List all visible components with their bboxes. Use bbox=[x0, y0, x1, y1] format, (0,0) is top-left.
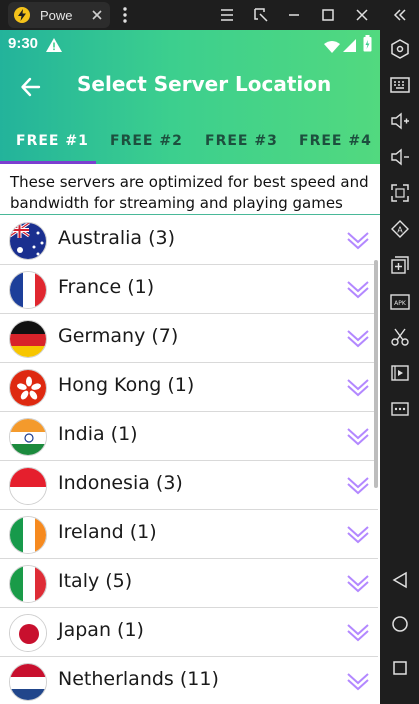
server-label: Japan (1) bbox=[58, 619, 144, 641]
chevron-down-icon[interactable] bbox=[346, 622, 370, 642]
more-icon[interactable] bbox=[389, 398, 411, 420]
server-label: Hong Kong (1) bbox=[58, 374, 195, 396]
volume-up-icon[interactable] bbox=[389, 110, 411, 132]
description-divider bbox=[0, 214, 380, 215]
server-label: Ireland (1) bbox=[58, 521, 157, 543]
warning-icon bbox=[46, 37, 62, 56]
chevron-down-icon[interactable] bbox=[346, 475, 370, 495]
back-nav-icon[interactable] bbox=[389, 569, 411, 591]
italy-flag-icon bbox=[9, 565, 47, 603]
phone-screen: 9:30 Select Server Location FREE #1 FREE… bbox=[0, 30, 380, 704]
svg-text:APK: APK bbox=[394, 300, 407, 307]
page-title: Select Server Location bbox=[77, 72, 332, 96]
recent-nav-icon[interactable] bbox=[389, 657, 411, 679]
fullscreen-icon[interactable] bbox=[389, 182, 411, 204]
back-arrow-icon[interactable] bbox=[18, 74, 44, 100]
more-vertical-icon[interactable] bbox=[115, 5, 135, 25]
chevron-down-icon[interactable] bbox=[346, 328, 370, 348]
germany-flag-icon bbox=[9, 320, 47, 358]
server-row-ireland[interactable]: Ireland (1) bbox=[0, 510, 378, 559]
server-label: France (1) bbox=[58, 276, 155, 298]
screenshot-icon[interactable] bbox=[251, 5, 271, 25]
rotate-icon[interactable]: A bbox=[389, 218, 411, 240]
emulator-sidebar: A APK bbox=[380, 30, 419, 704]
india-flag-icon bbox=[9, 418, 47, 456]
home-nav-icon[interactable] bbox=[389, 613, 411, 635]
app-bar: Select Server Location bbox=[0, 58, 380, 116]
server-label: Netherlands (11) bbox=[58, 668, 219, 690]
cut-icon[interactable] bbox=[389, 326, 411, 348]
server-row-india[interactable]: India (1) bbox=[0, 412, 378, 461]
signal-icon bbox=[343, 37, 356, 56]
ireland-flag-icon bbox=[9, 516, 47, 554]
server-tabs: FREE #1 FREE #2 FREE #3 FREE #4 bbox=[0, 126, 380, 164]
tab-free-4[interactable]: FREE #4 bbox=[299, 133, 372, 167]
server-row-france[interactable]: France (1) bbox=[0, 265, 378, 314]
indonesia-flag-icon bbox=[9, 467, 47, 505]
server-row-germany[interactable]: Germany (7) bbox=[0, 314, 378, 363]
close-window-icon[interactable] bbox=[352, 5, 372, 25]
chevron-down-icon[interactable] bbox=[346, 279, 370, 299]
chevron-down-icon[interactable] bbox=[346, 671, 370, 691]
apk-icon[interactable]: APK bbox=[389, 290, 411, 312]
lightning-icon bbox=[14, 7, 30, 23]
video-icon[interactable] bbox=[389, 362, 411, 384]
add-screen-icon[interactable] bbox=[389, 254, 411, 276]
list-scrollbar[interactable] bbox=[374, 260, 378, 488]
australia-flag-icon bbox=[9, 222, 47, 260]
status-bar: 9:30 bbox=[0, 30, 380, 58]
chevron-down-icon[interactable] bbox=[346, 573, 370, 593]
chevron-down-icon[interactable] bbox=[346, 377, 370, 397]
netherlands-flag-icon bbox=[9, 663, 47, 701]
emulator-app-tab[interactable]: Powe bbox=[8, 2, 110, 28]
hexagon-icon[interactable] bbox=[389, 38, 411, 60]
tab-free-2[interactable]: FREE #2 bbox=[110, 133, 183, 167]
server-label: Australia (3) bbox=[58, 227, 175, 249]
server-row-netherlands[interactable]: Netherlands (11) bbox=[0, 657, 378, 704]
minimize-icon[interactable] bbox=[284, 5, 304, 25]
chevron-down-icon[interactable] bbox=[346, 230, 370, 250]
maximize-icon[interactable] bbox=[318, 5, 338, 25]
france-flag-icon bbox=[9, 271, 47, 309]
server-label: Indonesia (3) bbox=[58, 472, 183, 494]
wifi-icon bbox=[324, 38, 340, 57]
server-row-italy[interactable]: Italy (5) bbox=[0, 559, 378, 608]
japan-flag-icon bbox=[9, 614, 47, 652]
emulator-titlebar: Powe bbox=[0, 0, 419, 30]
server-label: Italy (5) bbox=[58, 570, 133, 592]
svg-text:A: A bbox=[397, 226, 403, 235]
keyboard-icon[interactable] bbox=[389, 74, 411, 96]
chevron-down-icon[interactable] bbox=[346, 426, 370, 446]
server-row-hong-kong[interactable]: Hong Kong (1) bbox=[0, 363, 378, 412]
chevron-down-icon[interactable] bbox=[346, 524, 370, 544]
server-row-australia[interactable]: Australia (3) bbox=[0, 216, 378, 265]
tab-indicator bbox=[0, 161, 96, 164]
server-row-indonesia[interactable]: Indonesia (3) bbox=[0, 461, 378, 510]
servers-description: These servers are optimized for best spe… bbox=[10, 173, 369, 212]
menu-icon[interactable] bbox=[217, 5, 237, 25]
emulator-tab-title: Powe bbox=[40, 7, 73, 23]
battery-icon bbox=[363, 35, 372, 56]
server-row-japan[interactable]: Japan (1) bbox=[0, 608, 378, 657]
tab-free-3[interactable]: FREE #3 bbox=[205, 133, 278, 167]
volume-down-icon[interactable] bbox=[389, 146, 411, 168]
server-label: India (1) bbox=[58, 423, 138, 445]
close-tab-icon[interactable] bbox=[90, 7, 104, 26]
status-time: 9:30 bbox=[8, 35, 39, 52]
server-label: Germany (7) bbox=[58, 325, 179, 347]
collapse-sidebar-icon[interactable] bbox=[390, 5, 410, 25]
hong-kong-flag-icon bbox=[9, 369, 47, 407]
